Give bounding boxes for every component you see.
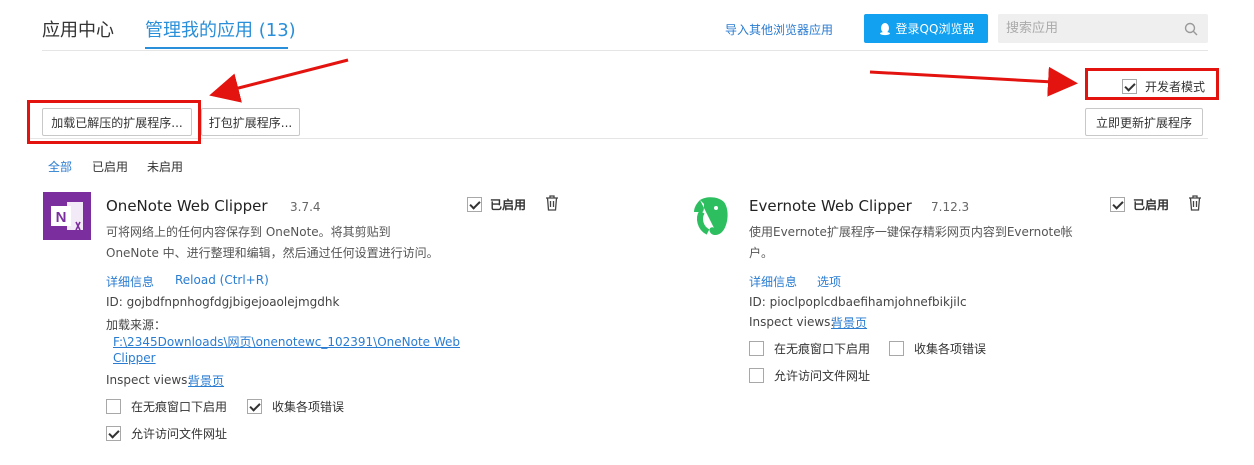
annotation-arrow-left: [209, 58, 349, 103]
annotation-arrows: [209, 58, 1078, 103]
annotation-arrow-right: [869, 66, 1078, 97]
